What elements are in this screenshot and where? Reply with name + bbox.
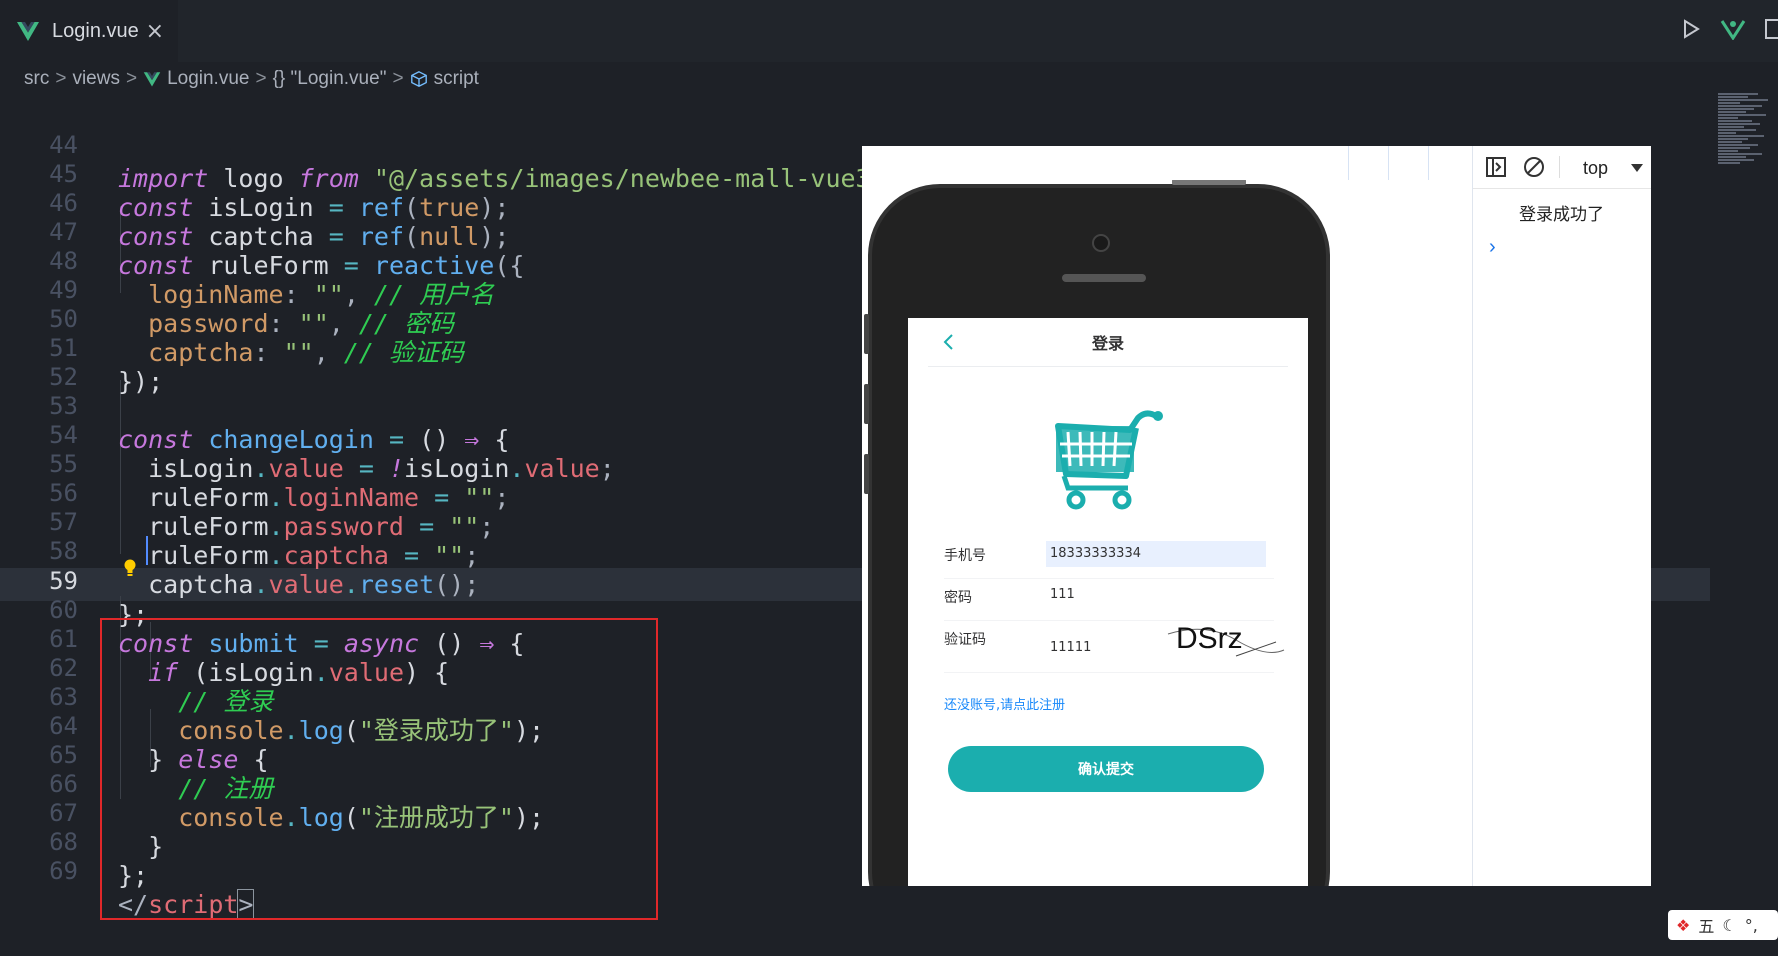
- breadcrumb-src[interactable]: src: [24, 68, 49, 90]
- browser-preview: 登录 手机号 18333333334 密码 111 验证码 11111 DSrz…: [862, 146, 1651, 886]
- phone-screen: 登录 手机号 18333333334 密码 111 验证码 11111 DSrz…: [908, 318, 1308, 886]
- vue-file-icon: [143, 72, 161, 87]
- vue-file-icon: [17, 22, 39, 41]
- captcha-field[interactable]: 验证码 11111 DSrz: [944, 616, 1285, 673]
- editor-actions: [1680, 18, 1778, 40]
- breadcrumb-file[interactable]: Login.vue: [143, 68, 249, 90]
- split-editor-icon[interactable]: [1764, 18, 1778, 40]
- tab-bar: Login.vue ×: [0, 0, 1778, 62]
- close-icon[interactable]: ×: [146, 19, 164, 44]
- tab-title: Login.vue: [52, 19, 139, 42]
- ime-toolbar[interactable]: ❖ 五 ☾ °,: [1668, 910, 1778, 940]
- breadcrumb-separator: >: [55, 68, 67, 89]
- nav-header: 登录: [928, 318, 1288, 367]
- field-label: 验证码: [944, 632, 986, 648]
- paw-icon: ❖: [1676, 915, 1691, 935]
- moon-icon: ☾: [1722, 915, 1737, 935]
- breadcrumb-separator: >: [255, 68, 267, 89]
- ime-mode-label: 五: [1698, 917, 1715, 936]
- submit-button[interactable]: 确认提交: [948, 746, 1264, 792]
- field-label: 密码: [944, 590, 972, 606]
- breadcrumb-views[interactable]: views: [72, 68, 120, 90]
- highlight-box: [100, 618, 658, 920]
- context-select[interactable]: top: [1583, 158, 1608, 179]
- speaker: [1062, 274, 1146, 282]
- device-toolbar: [862, 146, 1472, 181]
- breadcrumb: src > views > Login.vue > {} "Login.vue"…: [0, 62, 1778, 96]
- breadcrumb-separator: >: [125, 68, 138, 89]
- punctuation-icon: °,: [1744, 915, 1758, 935]
- breadcrumb-separator: >: [392, 68, 404, 89]
- camera-icon: [1092, 234, 1110, 252]
- phone-input[interactable]: 18333333334: [1046, 541, 1266, 567]
- breadcrumb-script-label: script: [433, 68, 479, 89]
- cube-icon: [410, 71, 427, 87]
- field-label: 手机号: [944, 548, 986, 564]
- minimap[interactable]: [1718, 92, 1774, 292]
- password-input[interactable]: 111: [1050, 587, 1075, 602]
- breadcrumb-script[interactable]: script: [410, 68, 479, 90]
- vue-devtools-icon[interactable]: [1720, 18, 1746, 40]
- console-message: 登录成功了: [1519, 205, 1604, 225]
- shopping-cart-logo-icon: [1055, 410, 1163, 510]
- console-prompt[interactable]: ›: [1489, 236, 1496, 259]
- breadcrumb-component[interactable]: {} "Login.vue": [273, 68, 387, 90]
- device-viewport: 登录 手机号 18333333334 密码 111 验证码 11111 DSrz…: [862, 180, 1472, 886]
- console-panel: top 登录成功了 ›: [1472, 146, 1651, 886]
- tab-login-vue[interactable]: Login.vue ×: [0, 0, 178, 62]
- captcha-image[interactable]: DSrz: [1166, 620, 1286, 662]
- captcha-text: DSrz: [1176, 622, 1243, 655]
- phone-field[interactable]: 手机号 18333333334: [944, 532, 1274, 579]
- run-icon[interactable]: [1680, 18, 1702, 40]
- captcha-input[interactable]: 11111: [1050, 640, 1091, 655]
- phone-frame: 登录 手机号 18333333334 密码 111 验证码 11111 DSrz…: [864, 180, 1330, 886]
- register-link[interactable]: 还没账号,请点此注册: [944, 694, 1065, 713]
- clear-console-icon[interactable]: [1523, 156, 1545, 178]
- breadcrumb-file-label: Login.vue: [167, 68, 250, 89]
- page-title: 登录: [1091, 334, 1124, 353]
- password-field[interactable]: 密码 111: [944, 574, 1274, 621]
- sidebar-toggle-icon[interactable]: [1485, 156, 1507, 178]
- line-number: 69: [49, 857, 78, 885]
- console-toolbar: top: [1473, 146, 1651, 189]
- chevron-down-icon[interactable]: [1631, 164, 1643, 172]
